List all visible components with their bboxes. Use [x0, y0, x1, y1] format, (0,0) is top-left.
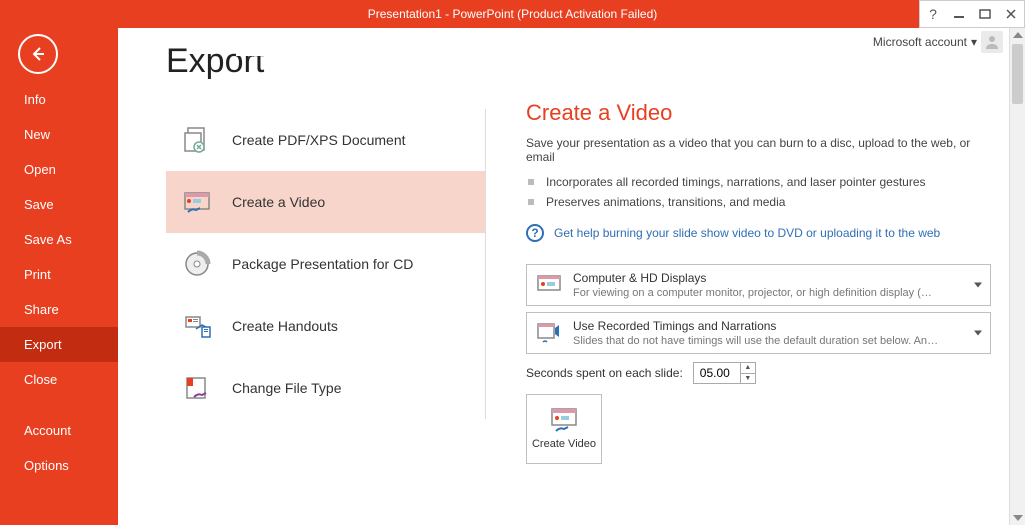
sidebar-item-open[interactable]: Open [0, 152, 118, 187]
bullet-item: Preserves animations, transitions, and m… [526, 192, 991, 212]
sidebar-item-print[interactable]: Print [0, 257, 118, 292]
content-area: Microsoft account ▾ Export [118, 28, 1025, 525]
chevron-down-icon [974, 331, 982, 336]
back-button[interactable] [18, 34, 58, 74]
panel-bullets: Incorporates all recorded timings, narra… [526, 172, 991, 212]
panel-title: Create a Video [526, 100, 991, 126]
sidebar-item-account[interactable]: Account [0, 413, 118, 448]
seconds-label: Seconds spent on each slide: [526, 366, 683, 380]
chevron-down-icon: ▾ [971, 35, 977, 49]
pdf-document-icon [180, 123, 214, 157]
account-menu[interactable]: Microsoft account ▾ [873, 31, 1003, 53]
panel-description: Save your presentation as a video that y… [526, 136, 991, 164]
export-option-label: Change File Type [232, 380, 341, 396]
seconds-spinner[interactable]: ▲ ▼ [693, 362, 756, 384]
export-option-create-video[interactable]: Create a Video [166, 171, 485, 233]
export-option-package-cd[interactable]: Package Presentation for CD [166, 233, 485, 295]
window-controls: ? [919, 0, 1025, 28]
create-video-label: Create Video [532, 438, 596, 451]
chevron-down-icon [974, 283, 982, 288]
dropdown-title: Use Recorded Timings and Narrations [573, 319, 943, 333]
maximize-button[interactable] [972, 1, 998, 27]
sidebar-item-share[interactable]: Share [0, 292, 118, 327]
video-quality-dropdown[interactable]: Computer & HD Displays For viewing on a … [526, 264, 991, 306]
change-file-type-icon [180, 371, 214, 405]
export-details-panel: Create a Video Save your presentation as… [486, 42, 1009, 525]
handouts-icon [180, 309, 214, 343]
sidebar-item-export[interactable]: Export [0, 327, 118, 362]
minimize-button[interactable] [946, 1, 972, 27]
sidebar-item-options[interactable]: Options [0, 448, 118, 483]
export-option-label: Package Presentation for CD [232, 256, 413, 272]
help-button[interactable]: ? [920, 1, 946, 27]
window-title: Presentation1 - PowerPoint (Product Acti… [368, 7, 657, 21]
video-icon [180, 185, 214, 219]
sidebar-item-save-as[interactable]: Save As [0, 222, 118, 257]
bullet-item: Incorporates all recorded timings, narra… [526, 172, 991, 192]
seconds-input[interactable] [694, 363, 740, 383]
export-option-label: Create Handouts [232, 318, 338, 334]
avatar-icon [981, 31, 1003, 53]
export-option-label: Create a Video [232, 194, 325, 210]
scrollbar-thumb[interactable] [1012, 44, 1023, 104]
help-link[interactable]: Get help burning your slide show video t… [554, 226, 940, 240]
close-button[interactable] [998, 1, 1024, 27]
spinner-up-button[interactable]: ▲ [741, 363, 755, 374]
export-option-create-handouts[interactable]: Create Handouts [166, 295, 485, 357]
cd-icon [180, 247, 214, 281]
help-icon: ? [526, 224, 544, 242]
export-options-list: Create PDF/XPS Document Create a Video P… [166, 109, 486, 419]
sidebar-item-save[interactable]: Save [0, 187, 118, 222]
sidebar-item-new[interactable]: New [0, 117, 118, 152]
backstage-sidebar: Info New Open Save Save As Print Share E… [0, 28, 118, 525]
titlebar: Presentation1 - PowerPoint (Product Acti… [0, 0, 1025, 28]
video-icon [548, 406, 580, 434]
export-option-pdf-xps[interactable]: Create PDF/XPS Document [166, 109, 485, 171]
timings-icon [535, 319, 563, 347]
account-label: Microsoft account [873, 35, 967, 49]
display-icon [535, 271, 563, 299]
sidebar-item-close[interactable]: Close [0, 362, 118, 397]
create-video-button[interactable]: Create Video [526, 394, 602, 464]
vertical-scrollbar[interactable] [1009, 28, 1025, 525]
spinner-down-button[interactable]: ▼ [741, 374, 755, 384]
dropdown-subtitle: Slides that do not have timings will use… [573, 335, 943, 347]
export-option-label: Create PDF/XPS Document [232, 132, 406, 148]
dropdown-title: Computer & HD Displays [573, 271, 932, 285]
sidebar-item-info[interactable]: Info [0, 82, 118, 117]
dropdown-subtitle: For viewing on a computer monitor, proje… [573, 287, 932, 299]
export-option-change-file-type[interactable]: Change File Type [166, 357, 485, 419]
timings-narrations-dropdown[interactable]: Use Recorded Timings and Narrations Slid… [526, 312, 991, 354]
